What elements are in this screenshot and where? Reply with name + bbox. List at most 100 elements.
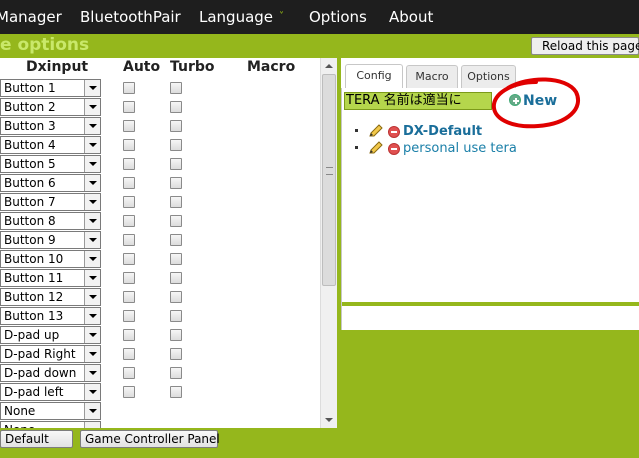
reload-page-button[interactable]: Reload this page [531, 37, 639, 55]
auto-checkbox[interactable] [123, 101, 135, 113]
turbo-checkbox[interactable] [170, 120, 182, 132]
dxinput-select[interactable]: Button 9 [0, 231, 101, 249]
profile-name-input[interactable]: TERA 名前は適当に [344, 92, 492, 110]
dropdown-arrow-icon[interactable] [84, 213, 100, 229]
turbo-checkbox[interactable] [170, 196, 182, 208]
tab-macro[interactable]: Macro [406, 65, 458, 88]
turbo-checkbox[interactable] [170, 158, 182, 170]
auto-checkbox[interactable] [123, 310, 135, 322]
dropdown-arrow-icon[interactable] [84, 156, 100, 172]
turbo-checkbox[interactable] [170, 367, 182, 379]
dropdown-arrow-icon[interactable] [84, 251, 100, 267]
dropdown-arrow-icon[interactable] [84, 365, 100, 381]
dropdown-arrow-icon[interactable] [84, 270, 100, 286]
dxinput-select[interactable]: D-pad up [0, 326, 101, 344]
auto-checkbox[interactable] [123, 82, 135, 94]
auto-checkbox[interactable] [123, 196, 135, 208]
nav-item-bluetoothpair[interactable]: BluetoothPair [80, 8, 181, 26]
edit-pencil-icon[interactable] [368, 141, 384, 155]
dropdown-arrow-icon[interactable] [84, 99, 100, 115]
dropdown-arrow-icon[interactable] [84, 137, 100, 153]
auto-checkbox[interactable] [123, 158, 135, 170]
dropdown-arrow-icon[interactable] [84, 175, 100, 191]
dropdown-arrow-icon[interactable] [84, 232, 100, 248]
turbo-checkbox[interactable] [170, 272, 182, 284]
button-mapping-panel: Dxinput Auto Turbo Macro Button 1 Button … [0, 58, 337, 428]
dxinput-select[interactable]: Button 4 [0, 136, 101, 154]
tab-options[interactable]: Options [461, 65, 516, 88]
delete-minus-icon[interactable] [388, 126, 400, 138]
turbo-checkbox[interactable] [170, 215, 182, 227]
dropdown-arrow-icon[interactable] [84, 384, 100, 400]
turbo-checkbox[interactable] [170, 386, 182, 398]
nav-item-options[interactable]: Options [309, 8, 367, 26]
mapping-row: Button 2 [0, 97, 320, 116]
default-button[interactable]: Default [0, 430, 73, 448]
profile-link[interactable]: DX-Default [403, 124, 482, 139]
dxinput-select[interactable]: Button 12 [0, 288, 101, 306]
dropdown-arrow-icon[interactable] [84, 403, 100, 419]
dxinput-select[interactable]: Button 8 [0, 212, 101, 230]
tab-config[interactable]: Config [345, 64, 403, 88]
turbo-checkbox[interactable] [170, 101, 182, 113]
dxinput-select[interactable]: None [0, 402, 101, 420]
dxinput-select[interactable]: D-pad left [0, 383, 101, 401]
turbo-checkbox[interactable] [170, 291, 182, 303]
dxinput-select[interactable]: Button 7 [0, 193, 101, 211]
dxinput-select-value: Button 13 [4, 309, 64, 323]
turbo-checkbox[interactable] [170, 253, 182, 265]
new-profile-button[interactable]: New [509, 93, 557, 109]
auto-checkbox[interactable] [123, 272, 135, 284]
turbo-checkbox[interactable] [170, 310, 182, 322]
nav-item-about[interactable]: About [389, 8, 433, 26]
dropdown-arrow-icon[interactable] [84, 308, 100, 324]
scroll-up-arrow-icon[interactable] [321, 58, 337, 74]
turbo-checkbox[interactable] [170, 82, 182, 94]
auto-checkbox[interactable] [123, 234, 135, 246]
dxinput-select[interactable]: Button 2 [0, 98, 101, 116]
dropdown-arrow-icon[interactable] [84, 289, 100, 305]
dxinput-select[interactable]: Button 11 [0, 269, 101, 287]
turbo-checkbox[interactable] [170, 329, 182, 341]
turbo-checkbox[interactable] [170, 234, 182, 246]
dropdown-arrow-icon[interactable] [84, 194, 100, 210]
turbo-checkbox[interactable] [170, 177, 182, 189]
dxinput-select[interactable]: Button 13 [0, 307, 101, 325]
auto-checkbox[interactable] [123, 253, 135, 265]
turbo-checkbox[interactable] [170, 139, 182, 151]
mapping-row: D-pad down [0, 363, 320, 382]
auto-checkbox[interactable] [123, 386, 135, 398]
dxinput-select[interactable]: D-pad Right [0, 345, 101, 363]
nav-item-language[interactable]: Language ˅ [199, 8, 284, 26]
dxinput-select[interactable]: Button 1 [0, 79, 101, 97]
dropdown-arrow-icon[interactable] [84, 118, 100, 134]
dropdown-arrow-icon[interactable] [84, 80, 100, 96]
dropdown-arrow-icon[interactable] [84, 327, 100, 343]
dxinput-select[interactable]: Button 10 [0, 250, 101, 268]
vertical-scrollbar[interactable] [320, 58, 337, 428]
dxinput-select-value: D-pad Right [4, 347, 76, 361]
nav-item-manager[interactable]: Manager [0, 8, 62, 26]
dxinput-select[interactable]: Button 3 [0, 117, 101, 135]
dxinput-select[interactable]: Button 5 [0, 155, 101, 173]
dxinput-select[interactable]: None [0, 421, 101, 428]
turbo-checkbox[interactable] [170, 348, 182, 360]
dropdown-arrow-icon[interactable] [84, 346, 100, 362]
mapping-row: Button 1 [0, 78, 320, 97]
auto-checkbox[interactable] [123, 348, 135, 360]
auto-checkbox[interactable] [123, 139, 135, 151]
scrollbar-thumb[interactable] [322, 74, 336, 286]
scroll-down-arrow-icon[interactable] [321, 412, 337, 428]
auto-checkbox[interactable] [123, 120, 135, 132]
dxinput-select[interactable]: Button 6 [0, 174, 101, 192]
dxinput-select[interactable]: D-pad down [0, 364, 101, 382]
profile-link[interactable]: personal use tera [403, 141, 517, 156]
edit-pencil-icon[interactable] [368, 124, 384, 138]
delete-minus-icon[interactable] [388, 143, 400, 155]
auto-checkbox[interactable] [123, 329, 135, 341]
auto-checkbox[interactable] [123, 291, 135, 303]
auto-checkbox[interactable] [123, 177, 135, 189]
game-controller-panel-button[interactable]: Game Controller Panel [80, 430, 220, 448]
auto-checkbox[interactable] [123, 215, 135, 227]
auto-checkbox[interactable] [123, 367, 135, 379]
